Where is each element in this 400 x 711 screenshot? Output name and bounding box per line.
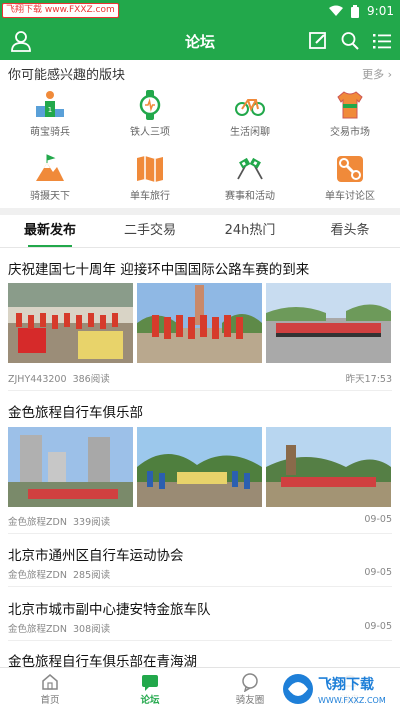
search-button[interactable] — [340, 30, 360, 52]
home-icon — [42, 674, 58, 690]
chevron-right-icon: › — [387, 68, 392, 81]
post-photo[interactable] — [266, 283, 391, 363]
tab-headlines[interactable]: 看头条 — [300, 215, 400, 248]
nav-forum[interactable]: 论坛 — [110, 670, 190, 706]
post-meta: 金色旅程ZDN 339阅读 — [8, 514, 110, 528]
watermark: 飞翔下载 www.FXXZ.com — [2, 3, 119, 18]
category-label: 萌宝骑兵 — [30, 127, 70, 138]
battery-icon — [351, 4, 360, 18]
post-title: 金色旅程自行车俱乐部 — [8, 405, 143, 421]
post-meta: 金色旅程ZDN 285阅读 — [8, 567, 110, 581]
separator — [8, 640, 392, 641]
post-images — [8, 283, 392, 363]
menu-button[interactable] — [372, 30, 392, 52]
category-label: 骑摄天下 — [30, 191, 70, 202]
tab-latest[interactable]: 最新发布 — [0, 215, 100, 248]
category-label: 铁人三项 — [130, 127, 170, 138]
status-bar: 飞翔下载 www.FXXZ.com 9:01 — [0, 0, 400, 22]
post-title: 庆祝建国七十周年 迎接环中国国际公路车赛的到来 — [8, 262, 310, 278]
nav-label: 论坛 — [140, 695, 160, 706]
category-item[interactable]: 铁人三项 — [100, 86, 200, 148]
divider — [0, 208, 400, 215]
category-item[interactable]: 单车旅行 — [100, 150, 200, 212]
post-time: 09-05 — [364, 514, 392, 525]
separator — [8, 586, 392, 587]
post-title: 北京市通州区自行车运动协会 — [8, 548, 184, 564]
separator — [8, 390, 392, 391]
wifi-icon — [329, 5, 344, 16]
post-photo[interactable] — [8, 283, 133, 363]
section-title: 你可能感兴趣的版块 — [8, 68, 126, 83]
more-link[interactable]: 更多 › — [362, 66, 392, 82]
category-label: 赛事和活动 — [225, 191, 275, 202]
category-item[interactable]: 交易市场 — [300, 86, 400, 148]
post-photo[interactable] — [266, 427, 391, 507]
map-icon — [137, 156, 163, 182]
list-menu-icon — [373, 34, 391, 49]
post-time: 09-05 — [364, 621, 392, 632]
category-label: 单车旅行 — [130, 191, 170, 202]
post-reads: 285阅读 — [72, 570, 111, 581]
separator — [8, 533, 392, 534]
post-photo[interactable] — [8, 427, 133, 507]
feed-tabs: 最新发布 二手交易 24h热门 看头条 — [0, 215, 400, 248]
mountain-flag-icon — [36, 154, 64, 181]
category-item[interactable]: 1 萌宝骑兵 — [0, 86, 100, 148]
post-photo[interactable] — [137, 427, 262, 507]
nav-label: 骑友圈 — [235, 695, 265, 706]
post-reads: 339阅读 — [72, 517, 111, 528]
message-circle-icon — [242, 673, 258, 692]
nav-home[interactable]: 首页 — [10, 670, 90, 706]
post-author: ZJHY443200 — [8, 374, 67, 385]
post-time: 09-05 — [364, 567, 392, 578]
category-label: 交易市场 — [330, 127, 370, 138]
category-label: 生活闲聊 — [230, 127, 270, 138]
race-flags-icon — [237, 157, 263, 180]
podium-icon: 1 — [36, 91, 64, 117]
tab-24h-hot[interactable]: 24h热门 — [200, 215, 300, 248]
post-author: 金色旅程ZDN — [8, 570, 67, 581]
category-item[interactable]: 生活闲聊 — [200, 86, 300, 148]
post-title: 北京市城市副中心捷安特金旅车队 — [8, 602, 211, 618]
app-header: 论坛 — [0, 22, 400, 60]
post-images — [8, 427, 392, 507]
category-item[interactable]: 单车讨论区 — [300, 150, 400, 212]
nav-label: 首页 — [40, 695, 60, 706]
clock: 9:01 — [367, 4, 394, 18]
category-item[interactable]: 赛事和活动 — [200, 150, 300, 212]
brand-watermark: 飞翔下载 WWW.FXXZ.COM — [278, 669, 396, 709]
brand-name: 飞翔下载 — [318, 676, 374, 693]
post-reads: 386阅读 — [72, 374, 110, 385]
post-reads: 308阅读 — [72, 624, 111, 635]
category-label: 单车讨论区 — [325, 191, 375, 202]
compose-button[interactable] — [308, 30, 328, 52]
more-label: 更多 — [362, 68, 385, 81]
post-meta: 金色旅程ZDN 308阅读 — [8, 621, 110, 635]
category-item[interactable]: 骑摄天下 — [0, 150, 100, 212]
smartwatch-icon — [139, 90, 161, 120]
chat-bubble-icon — [142, 675, 158, 691]
post-meta: ZJHY443200 386阅读 — [8, 371, 110, 385]
svg-text:1: 1 — [48, 106, 52, 114]
tab-secondhand[interactable]: 二手交易 — [100, 215, 200, 248]
bicycle-icon — [235, 99, 265, 116]
post-photo[interactable] — [137, 283, 262, 363]
edit-icon — [309, 32, 326, 49]
post-author: 金色旅程ZDN — [8, 517, 67, 528]
post-author: 金色旅程ZDN — [8, 624, 67, 635]
post-time: 昨天17:53 — [345, 374, 392, 385]
chain-icon — [337, 156, 363, 182]
brand-url: WWW.FXXZ.COM — [318, 696, 386, 705]
search-icon — [341, 32, 359, 50]
jersey-icon — [337, 91, 363, 119]
